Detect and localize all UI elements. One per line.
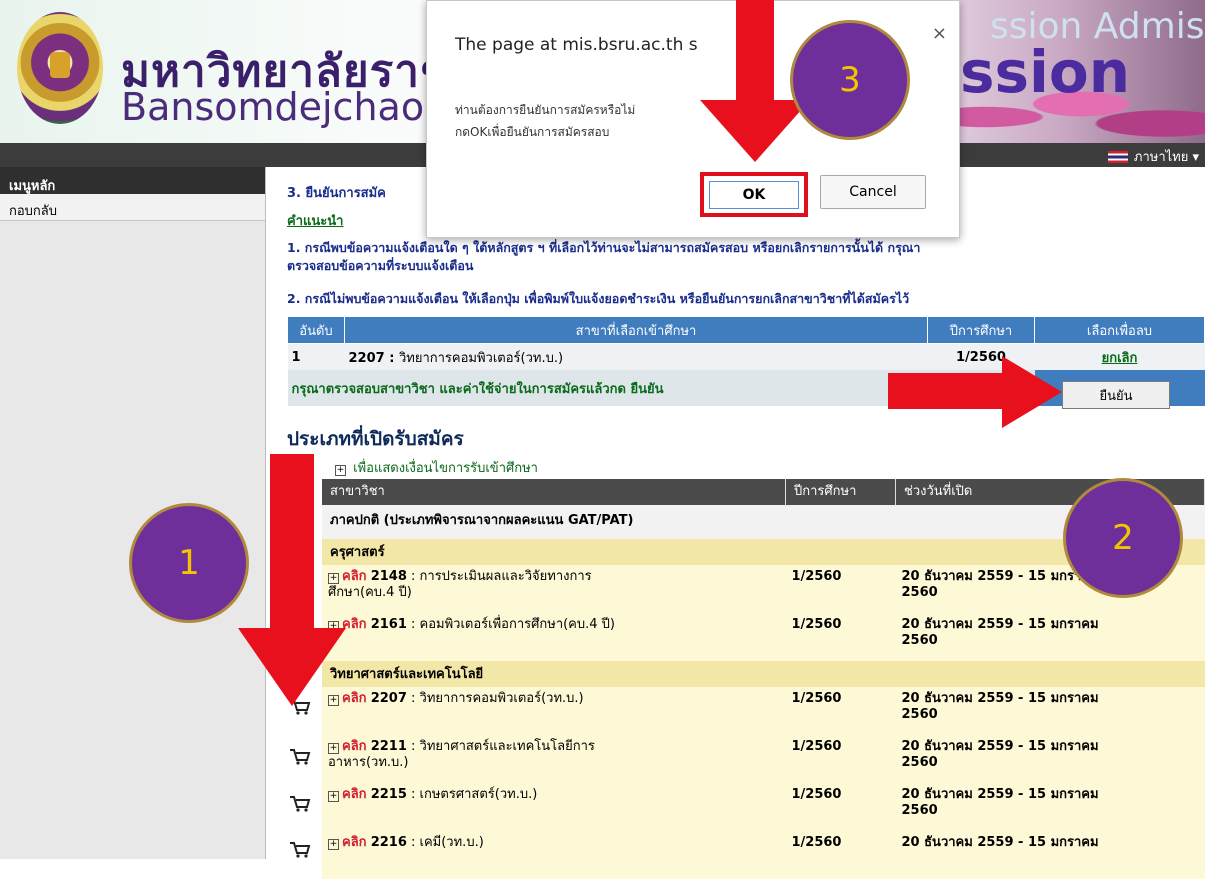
arrow-1-head-icon: [238, 628, 346, 706]
program-year: 1/2560: [785, 735, 896, 783]
arrow-3-shaft: [736, 0, 774, 104]
university-seal-logo: [17, 12, 103, 124]
col-prog-year: ปีการศึกษา: [785, 479, 896, 505]
col-rank: อันดับ: [287, 316, 345, 344]
dialog-message-cont: กดOKเพื่อยืนยันการสมัครสอบ: [455, 125, 610, 139]
cart-icon[interactable]: [289, 795, 311, 813]
col-delete: เลือกเพื่อลบ: [1034, 316, 1205, 344]
close-icon[interactable]: ×: [932, 23, 947, 44]
cancel-link[interactable]: ยกเลิก: [1102, 351, 1138, 366]
expand-plus-icon: +: [328, 743, 339, 754]
program-dates-cont: 2560: [901, 803, 938, 818]
open-types-title: ประเภทที่เปิดรับสมัคร: [287, 428, 464, 450]
program-code: 2216: [370, 835, 407, 850]
sidebar: เมนูหลัก กอบกลับ: [0, 167, 266, 859]
program-year: 1/2560: [785, 565, 896, 613]
col-major: สาขาที่เลือกเข้าศึกษา: [344, 316, 928, 344]
expand-plus-icon: +: [335, 465, 346, 476]
show-conditions-label: เพื่อแสดงเงื่อนไขการรับเข้าศึกษา: [353, 461, 538, 476]
program-dates-cont: 2560: [901, 707, 938, 722]
click-link[interactable]: คลิก: [342, 835, 367, 850]
program-dates-cont: 2560: [901, 585, 938, 600]
table-row: + คลิก 2211 : วิทยาศาสตร์และเทคโนโลยีการอ…: [322, 735, 1205, 783]
program-dates: 20 ธันวาคม 2559 - 15 มกราคม: [901, 691, 1099, 706]
program-code: 2211: [370, 739, 407, 754]
cart-icon[interactable]: [289, 748, 311, 766]
major-name: วิทยาการคอมพิวเตอร์(วท.บ.): [398, 350, 564, 366]
program-dates: 20 ธันวาคม 2559 - 15 มกราคม: [901, 787, 1099, 802]
advice-link[interactable]: คำแนะนำ: [287, 210, 343, 231]
program-dates: 20 ธันวาคม 2559 - 15 มกราคม: [901, 835, 1099, 850]
arrow-2-shaft: [888, 373, 1006, 409]
major-code: 2207: [348, 350, 385, 366]
program-year: 1/2560: [785, 783, 896, 831]
program-dates: 20 ธันวาคม 2559 - 15 มกราคม: [901, 569, 1099, 584]
language-label: ภาษาไทย ▾: [1133, 150, 1199, 165]
ok-button[interactable]: OK: [700, 172, 808, 217]
program-year: 1/2560: [785, 613, 896, 661]
program-dates-cont: 2560: [901, 755, 938, 770]
program-name: วิทยาศาสตร์และเทคโนโลยีการ: [419, 739, 595, 754]
program-name-cont: ศึกษา(คบ.4 ปี): [328, 585, 412, 600]
program-dates: 20 ธันวาคม 2559 - 15 มกราคม: [901, 617, 1099, 632]
dialog-title: The page at mis.bsru.ac.th s: [455, 35, 698, 55]
table-row: 1 2207 : วิทยาการคอมพิวเตอร์(วท.บ.) 1/25…: [287, 343, 1205, 370]
table-row: + คลิก 2216 : เคมี(วท.บ.) 1/2560 20 ธันวา…: [322, 831, 1205, 879]
click-link[interactable]: คลิก: [342, 787, 367, 802]
expand-plus-icon: +: [328, 839, 339, 850]
table-row: + คลิก 2207 : วิทยาการคอมพิวเตอร์(วท.บ.) …: [322, 687, 1205, 735]
program-dates-cont: 2560: [901, 633, 938, 648]
program-name: คอมพิวเตอร์เพื่อการศึกษา(คบ.4 ปี): [419, 617, 615, 632]
program-code: 2148: [370, 569, 407, 584]
faculty-row: วิทยาศาสตร์และเทคโนโลยี: [322, 661, 1205, 687]
cart-icon[interactable]: [289, 841, 311, 859]
dialog-message: ท่านต้องการยืนยันการสมัครหรือไม่: [455, 103, 636, 117]
confirm-button[interactable]: ยืนยัน: [1062, 381, 1170, 409]
program-name: เคมี(วท.บ.): [419, 835, 484, 850]
program-name-cont: อาหาร(วท.บ.): [328, 755, 409, 770]
expand-plus-icon: +: [328, 791, 339, 802]
program-name: การประเมินผลและวิจัยทางการ: [419, 569, 592, 584]
program-dates: 20 ธันวาคม 2559 - 15 มกราคม: [901, 739, 1099, 754]
click-link[interactable]: คลิก: [342, 739, 367, 754]
language-selector[interactable]: ภาษาไทย ▾: [1107, 146, 1199, 167]
step-title: 3. ยืนยันการสมัค: [287, 186, 386, 201]
program-code: 2207: [370, 691, 407, 706]
arrow-3-head-icon: [700, 100, 810, 162]
table-row: + คลิก 2215 : เกษตรศาสตร์(วท.บ.) 1/2560 2…: [322, 783, 1205, 831]
confirm-instruction: กรุณาตรวจสอบสาขาวิชา และค่าใช้จ่ายในการส…: [291, 381, 664, 397]
rank-cell: 1: [291, 349, 301, 365]
arrow-1-shaft: [270, 454, 314, 632]
show-conditions-toggle[interactable]: + เพื่อแสดงเงื่อนไขการรับเข้าศึกษา: [335, 457, 538, 478]
col-program: สาขาวิชา: [322, 479, 786, 505]
admission-title: ssion: [960, 38, 1131, 106]
thai-flag-icon: [1107, 150, 1128, 163]
program-code: 2215: [370, 787, 407, 802]
step-3-badge: 3: [790, 20, 910, 140]
program-name: วิทยาการคอมพิวเตอร์(วท.บ.): [419, 691, 584, 706]
step-1-badge: 1: [129, 503, 249, 623]
arrow-2-head-icon: [1002, 356, 1062, 428]
col-year: ปีการศึกษา: [927, 316, 1035, 344]
sidebar-header: เมนูหลัก: [0, 167, 265, 194]
note-1: 1. กรณีพบข้อความแจ้งเตือนใด ๆ ใต้หลักสูต…: [287, 240, 921, 255]
expand-plus-icon: +: [328, 573, 339, 584]
program-year: 1/2560: [785, 831, 896, 879]
step-2-badge: 2: [1063, 478, 1183, 598]
program-code: 2161: [370, 617, 407, 632]
note-2: 2. กรณีไม่พบข้อความแจ้งเตือน ให้เลือกปุ่…: [287, 291, 910, 306]
program-name: เกษตรศาสตร์(วท.บ.): [419, 787, 538, 802]
table-row: + คลิก 2161 : คอมพิวเตอร์เพื่อการศึกษา(คบ…: [322, 613, 1205, 661]
cancel-button[interactable]: Cancel: [820, 175, 926, 209]
sidebar-item-back[interactable]: กอบกลับ: [0, 194, 265, 221]
table-row: + คลิก 2148 : การประเมินผลและวิจัยทางการศ…: [322, 565, 1205, 613]
note-1-cont: ตรวจสอบข้อความที่ระบบแจ้งเตือน: [287, 258, 474, 273]
program-year: 1/2560: [785, 687, 896, 735]
ok-button-label: OK: [709, 180, 799, 209]
click-link[interactable]: คลิก: [342, 569, 367, 584]
